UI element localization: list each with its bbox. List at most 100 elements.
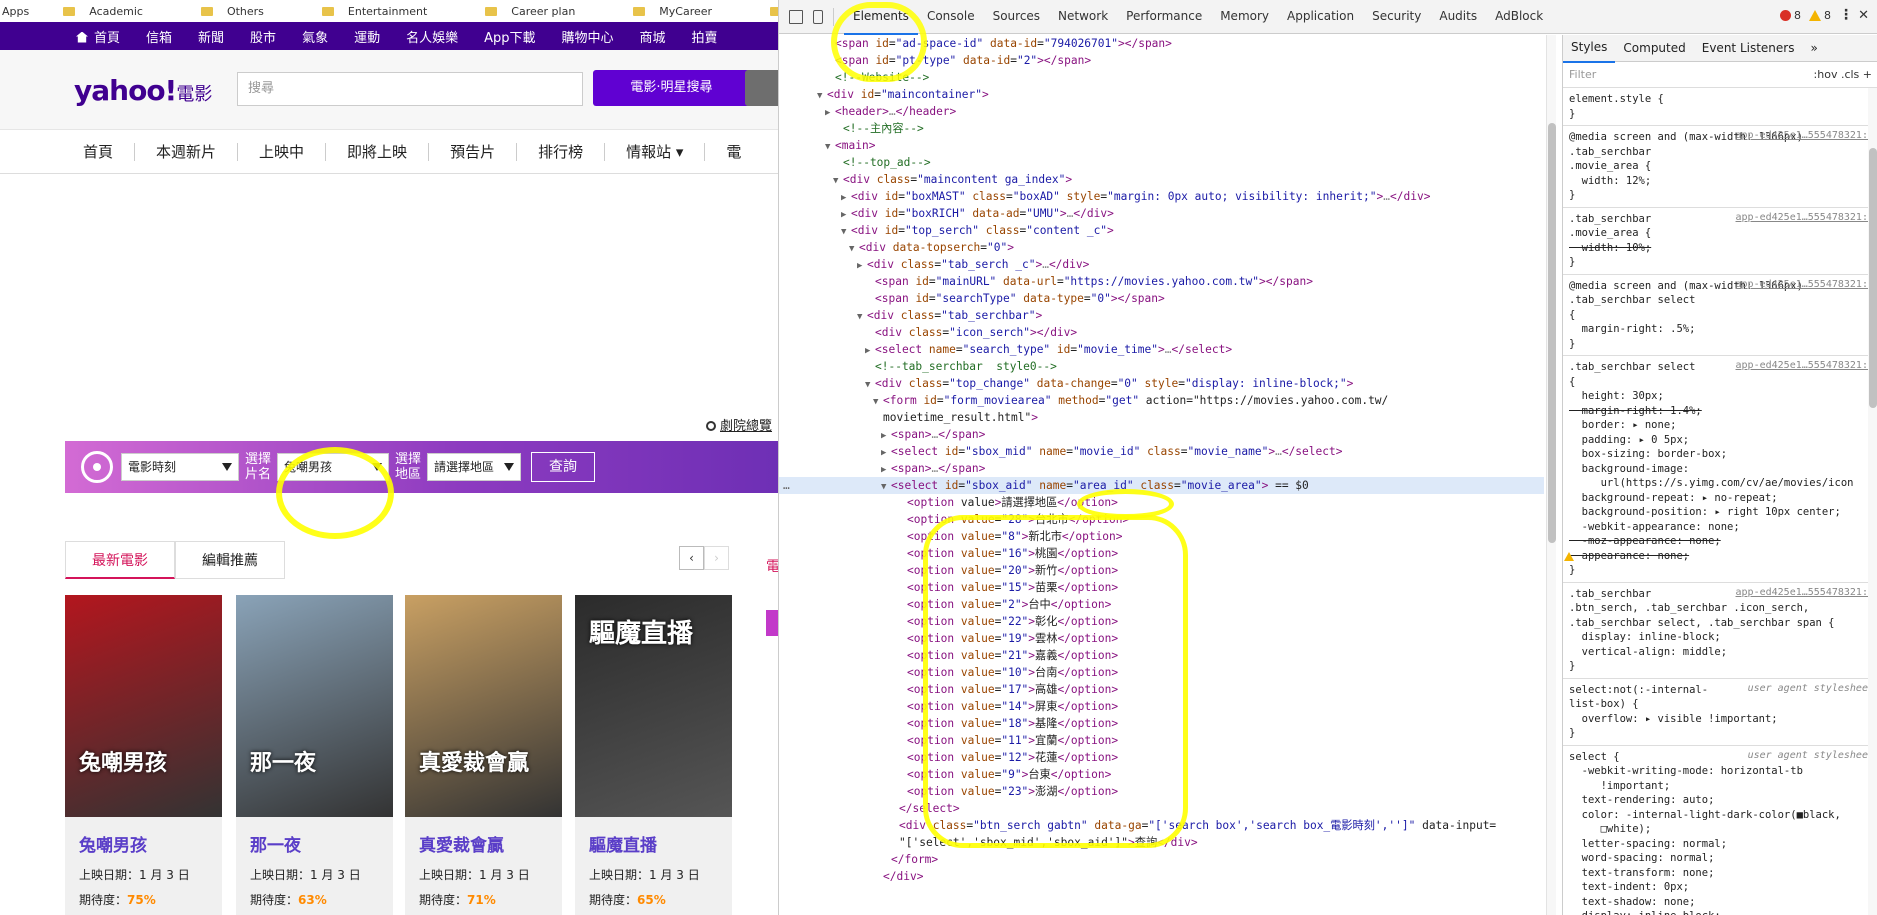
- scroll-thumb[interactable]: [1548, 123, 1556, 543]
- filter-input[interactable]: Filter: [1569, 68, 1596, 81]
- dom-node-line[interactable]: ▶ <div id="boxMAST" class="boxAD" style="…: [779, 188, 1544, 205]
- css-source-link[interactable]: app-ed425e1…555478321:4: [1736, 360, 1874, 371]
- more-icon[interactable]: ⋮: [1839, 7, 1853, 23]
- css-rule-line[interactable]: color: -internal-light-dark-color(■black…: [1569, 808, 1874, 823]
- main-nav-item[interactable]: 本週新片: [135, 142, 239, 161]
- dom-node-line[interactable]: movietime_result.html">: [779, 409, 1544, 426]
- css-rule-line[interactable]: letter-spacing: normal;: [1569, 837, 1874, 852]
- css-rule-line[interactable]: margin-right: .5%;: [1569, 322, 1874, 337]
- css-rule-line[interactable]: text-transform: none;: [1569, 866, 1874, 881]
- css-rule-line[interactable]: }: [1569, 726, 1874, 741]
- movie-poster[interactable]: 兔嘲男孩: [65, 595, 222, 817]
- search-button[interactable]: 電影‧明星搜尋: [593, 70, 750, 106]
- css-rule-line[interactable]: border: ▸ none;: [1569, 418, 1874, 433]
- css-rule-line[interactable]: width: 10%;: [1569, 241, 1874, 256]
- top-nav-item[interactable]: 運動: [350, 27, 384, 46]
- bookmark-item[interactable]: Apps: [2, 5, 29, 18]
- dom-node-line[interactable]: ▼ <select id="sbox_aid" name="area_id" cl…: [779, 477, 1544, 494]
- css-rule-line[interactable]: vertical-align: middle;: [1569, 645, 1874, 660]
- dom-node-line[interactable]: ▼ <div class="tab_serchbar">: [779, 307, 1544, 324]
- css-source-link[interactable]: user agent stylesheet: [1748, 750, 1874, 761]
- dom-node-line[interactable]: ▼ <div class="maincontent ga_index">: [779, 171, 1544, 188]
- styles-tab[interactable]: Event Listeners: [1694, 35, 1803, 62]
- css-rule-line[interactable]: {: [1569, 375, 1874, 390]
- devtools-tab-adblock[interactable]: AdBlock: [1486, 0, 1552, 35]
- movie-title[interactable]: 真愛裁會贏: [419, 831, 562, 856]
- css-rule-line[interactable]: background-position: ▸ right 10px center…: [1569, 505, 1874, 520]
- css-rule-line[interactable]: .movie_area {: [1569, 159, 1874, 174]
- css-rule-line[interactable]: }: [1569, 188, 1874, 203]
- bookmark-item[interactable]: python race: [760, 5, 778, 18]
- css-rule-line[interactable]: }: [1569, 107, 1874, 122]
- css-rule-line[interactable]: element.style {: [1569, 92, 1874, 107]
- dom-node-line[interactable]: ▼ <div data-topserch="0">: [779, 239, 1544, 256]
- css-rule-line[interactable]: .tab_serchbar select: [1569, 293, 1874, 308]
- css-rule-line[interactable]: word-spacing: normal;: [1569, 851, 1874, 866]
- bookmark-item[interactable]: Others: [191, 5, 264, 18]
- css-rule-line[interactable]: background-image:: [1569, 462, 1874, 477]
- filter-controls[interactable]: :hov .cls +: [1814, 68, 1872, 81]
- tab-latest-movies[interactable]: 最新電影: [65, 541, 175, 579]
- devtools-tab-sources[interactable]: Sources: [984, 0, 1049, 35]
- dom-node-line[interactable]: </div>: [779, 868, 1544, 885]
- top-nav-item[interactable]: 購物中心: [558, 27, 618, 46]
- css-rule-line[interactable]: -webkit-writing-mode: horizontal-tb: [1569, 764, 1874, 779]
- movie-poster[interactable]: 那一夜: [236, 595, 393, 817]
- main-nav-item[interactable]: 首頁: [0, 142, 136, 161]
- movie-card[interactable]: 兔嘲男孩 兔嘲男孩 上映日期：1 月 3 日期待度：75%: [65, 595, 222, 915]
- css-rule-line[interactable]: text-indent: 0px;: [1569, 880, 1874, 895]
- top-nav-item[interactable]: 信箱: [142, 27, 176, 46]
- dom-node-line[interactable]: ▶ <header>…</header>: [779, 103, 1544, 120]
- movie-card[interactable]: 那一夜 那一夜 上映日期：1 月 3 日期待度：63%: [236, 595, 393, 915]
- movie-title[interactable]: 那一夜: [250, 831, 393, 856]
- dom-node-line[interactable]: <div class="icon_serch"></div>: [779, 324, 1544, 341]
- css-rule-line[interactable]: }: [1569, 563, 1874, 578]
- css-rule-line[interactable]: background-repeat: ▸ no-repeat;: [1569, 491, 1874, 506]
- dom-node-line[interactable]: ▶ <select id="sbox_mid" name="movie_id" c…: [779, 443, 1544, 460]
- area-select[interactable]: 請選擇地區: [427, 453, 522, 481]
- css-rule-line[interactable]: -webkit-appearance: none;: [1569, 520, 1874, 535]
- dom-scrollbar[interactable]: [1546, 35, 1556, 915]
- prev-button[interactable]: ‹: [679, 546, 704, 570]
- issue-counters[interactable]: 88: [1780, 9, 1831, 22]
- dom-node-line[interactable]: ▶ <span>…</span>: [779, 460, 1544, 477]
- css-source-link[interactable]: app-ed425e1…555478321:4: [1736, 212, 1874, 223]
- cinema-overview-link[interactable]: 劇院總覽: [706, 415, 772, 434]
- top-nav-item[interactable]: 首頁: [72, 27, 124, 46]
- dom-node-line[interactable]: </form>: [779, 851, 1544, 868]
- dom-node-line[interactable]: ▶ <div class="tab_serch _c">…</div>: [779, 256, 1544, 273]
- search-type-select[interactable]: 電影時刻: [121, 453, 239, 481]
- css-rule-line[interactable]: }: [1569, 255, 1874, 270]
- movie-card[interactable]: 真愛裁會贏 真愛裁會贏 上映日期：1 月 3 日期待度：71%: [405, 595, 562, 915]
- css-rule-line[interactable]: .tab_serchbar select, .tab_serchbar span…: [1569, 616, 1874, 631]
- css-rule-line[interactable]: padding: ▸ 0 5px;: [1569, 433, 1874, 448]
- top-nav-item[interactable]: 氣象: [298, 27, 332, 46]
- dom-node-line[interactable]: ▶ <select name="search_type" id="movie_ti…: [779, 341, 1544, 358]
- main-nav-item[interactable]: 上映中: [238, 142, 327, 161]
- css-rule-line[interactable]: height: 30px;: [1569, 389, 1874, 404]
- bookmark-item[interactable]: Career plan: [475, 5, 575, 18]
- main-nav-item[interactable]: 電: [705, 143, 762, 161]
- main-nav-item[interactable]: 情報站 ▾: [605, 142, 706, 161]
- css-rule-line[interactable]: display: inline-block;: [1569, 909, 1874, 915]
- scroll-thumb[interactable]: [1869, 148, 1877, 408]
- devtools-tab-network[interactable]: Network: [1049, 0, 1117, 35]
- css-rule-line[interactable]: .btn_serch, .tab_serchbar .icon_serch,: [1569, 601, 1874, 616]
- css-rule-line[interactable]: -moz-appearance: none;: [1569, 534, 1874, 549]
- dom-node-line[interactable]: <!--主內容-->: [779, 120, 1544, 137]
- top-nav-item[interactable]: 股市: [246, 27, 280, 46]
- dom-node-line[interactable]: <span id="mainURL" data-url="https://mov…: [779, 273, 1544, 290]
- close-icon[interactable]: ✕: [1858, 8, 1869, 23]
- movie-poster[interactable]: 真愛裁會贏: [405, 595, 562, 817]
- dom-node-line[interactable]: <!--top_ad-->: [779, 154, 1544, 171]
- top-nav-item[interactable]: 新聞: [194, 27, 228, 46]
- query-button[interactable]: 查詢: [531, 452, 596, 482]
- dom-node-line[interactable]: ▼ <div id="top_serch" class="content _c">: [779, 222, 1544, 239]
- css-rule-line[interactable]: margin-right: 1.4%;: [1569, 404, 1874, 419]
- search-input[interactable]: 搜尋: [237, 72, 583, 106]
- css-source-link[interactable]: app-ed425e1…555478321:4: [1736, 587, 1874, 598]
- dom-node-line[interactable]: ▼ <div class="top_change" data-change="0"…: [779, 375, 1544, 392]
- devtools-tab-memory[interactable]: Memory: [1211, 0, 1278, 35]
- devtools-tab-security[interactable]: Security: [1363, 0, 1430, 35]
- bookmark-item[interactable]: Academic: [53, 5, 143, 18]
